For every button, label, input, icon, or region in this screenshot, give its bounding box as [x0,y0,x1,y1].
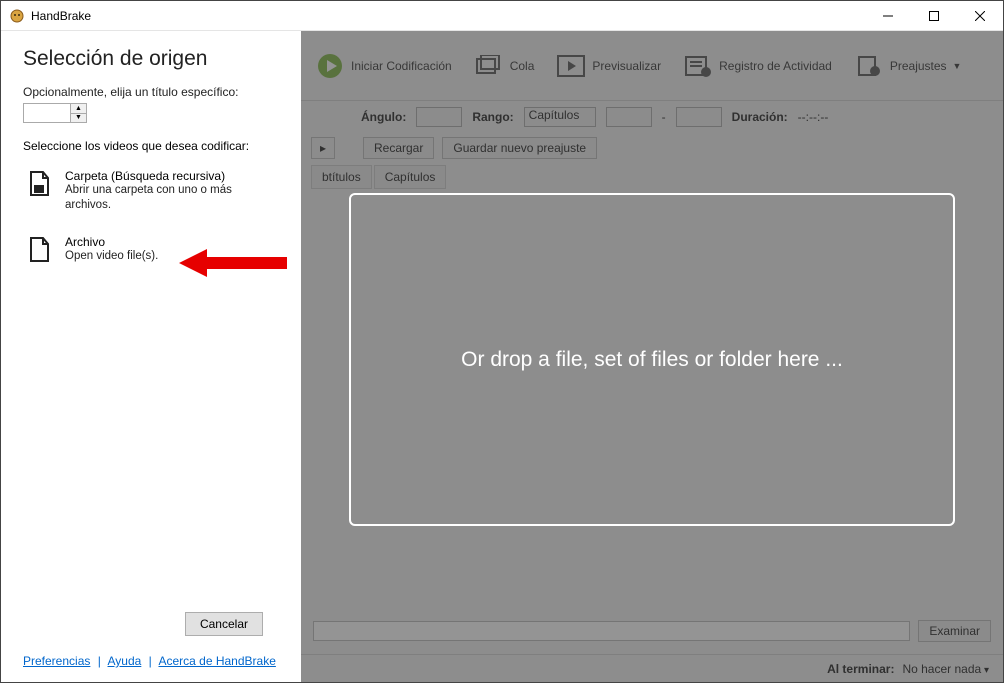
play-icon [315,53,345,79]
presets-label: Preajustes [890,59,947,73]
file-icon [27,235,53,265]
preview-icon [556,53,586,79]
main-app-area: Iniciar Codificación Cola Previsualizar [301,31,1003,682]
about-link[interactable]: Acerca de HandBrake [158,654,275,668]
destination-field[interactable] [313,621,910,641]
file-option-subtitle: Open video file(s). [65,249,158,264]
maximize-button[interactable] [911,1,957,31]
tab-chapters[interactable]: Capítulos [374,165,447,189]
range-label: Rango: [472,110,513,124]
source-selection-panel: Selección de origen Opcionalmente, elija… [1,31,301,682]
range-end-select[interactable] [676,107,722,127]
preview-label: Previsualizar [592,59,661,73]
angle-label: Ángulo: [361,110,406,124]
folder-icon [27,169,53,199]
titlebar: HandBrake [1,1,1003,31]
preset-control-row: ▸ Recargar Guardar nuevo preajuste [301,133,1003,163]
folder-option-title: Carpeta (Búsqueda recursiva) [65,169,279,183]
range-start-select[interactable] [606,107,652,127]
close-button[interactable] [957,1,1003,31]
title-number-spinner[interactable]: ▲ ▼ [23,103,283,123]
panel-heading: Selección de origen [23,47,283,71]
window-title: HandBrake [31,9,91,23]
activity-log-button[interactable]: Registro de Actividad [677,49,838,83]
folder-option-subtitle: Abrir una carpeta con uno o más archivos… [65,183,279,213]
start-encode-button[interactable]: Iniciar Codificación [309,49,458,83]
tab-subtitles[interactable]: btítulos [311,165,372,189]
destination-row: Examinar [301,616,1003,646]
main-toolbar: Iniciar Codificación Cola Previsualizar [301,31,1003,101]
preferences-link[interactable]: Preferencias [23,654,90,668]
title-number-input[interactable] [23,103,71,123]
file-option-title: Archivo [65,235,158,249]
minimize-button[interactable] [865,1,911,31]
preset-next-button[interactable]: ▸ [311,137,335,159]
queue-icon [474,53,504,79]
save-new-preset-button[interactable]: Guardar nuevo preajuste [442,137,597,159]
help-link[interactable]: Ayuda [108,654,142,668]
reload-preset-button[interactable]: Recargar [363,137,434,159]
select-videos-label: Seleccione los videos que desea codifica… [23,139,283,153]
footer-links: Preferencias | Ayuda | Acerca de HandBra… [23,654,276,668]
when-done-dropdown[interactable]: No hacer nada [902,662,989,676]
specific-title-label: Opcionalmente, elija un título específic… [23,85,283,99]
presets-button[interactable]: Preajustes ▼ [848,49,968,83]
file-drop-zone[interactable]: Or drop a file, set of files or folder h… [349,193,955,526]
source-option-file[interactable]: Archivo Open video file(s). [23,229,283,271]
when-done-label: Al terminar: [827,662,894,676]
start-encode-label: Iniciar Codificación [351,59,452,73]
queue-label: Cola [510,59,535,73]
preview-button[interactable]: Previsualizar [550,49,667,83]
app-icon [9,8,25,24]
duration-label: Duración: [732,110,788,124]
range-dash: - [662,110,666,124]
status-bar: Al terminar: No hacer nada [301,654,1003,682]
spinner-down-icon[interactable]: ▼ [71,114,86,123]
title-settings-row: Ángulo: Rango: Capítulos - Duración: --:… [301,101,1003,133]
range-type-select[interactable]: Capítulos [524,107,596,127]
activity-icon [683,53,713,79]
browse-button[interactable]: Examinar [918,620,991,642]
window-controls [865,1,1003,30]
queue-button[interactable]: Cola [468,49,541,83]
settings-tabs: btítulos Capítulos [301,163,1003,189]
chevron-down-icon: ▼ [953,61,962,71]
cancel-button[interactable]: Cancelar [185,612,263,636]
activity-label: Registro de Actividad [719,59,832,73]
drop-zone-message: Or drop a file, set of files or folder h… [461,348,843,372]
duration-value: --:--:-- [798,110,829,124]
angle-select[interactable] [416,107,462,127]
spinner-up-icon[interactable]: ▲ [71,104,86,114]
presets-icon [854,53,884,79]
source-option-folder[interactable]: Carpeta (Búsqueda recursiva) Abrir una c… [23,163,283,219]
